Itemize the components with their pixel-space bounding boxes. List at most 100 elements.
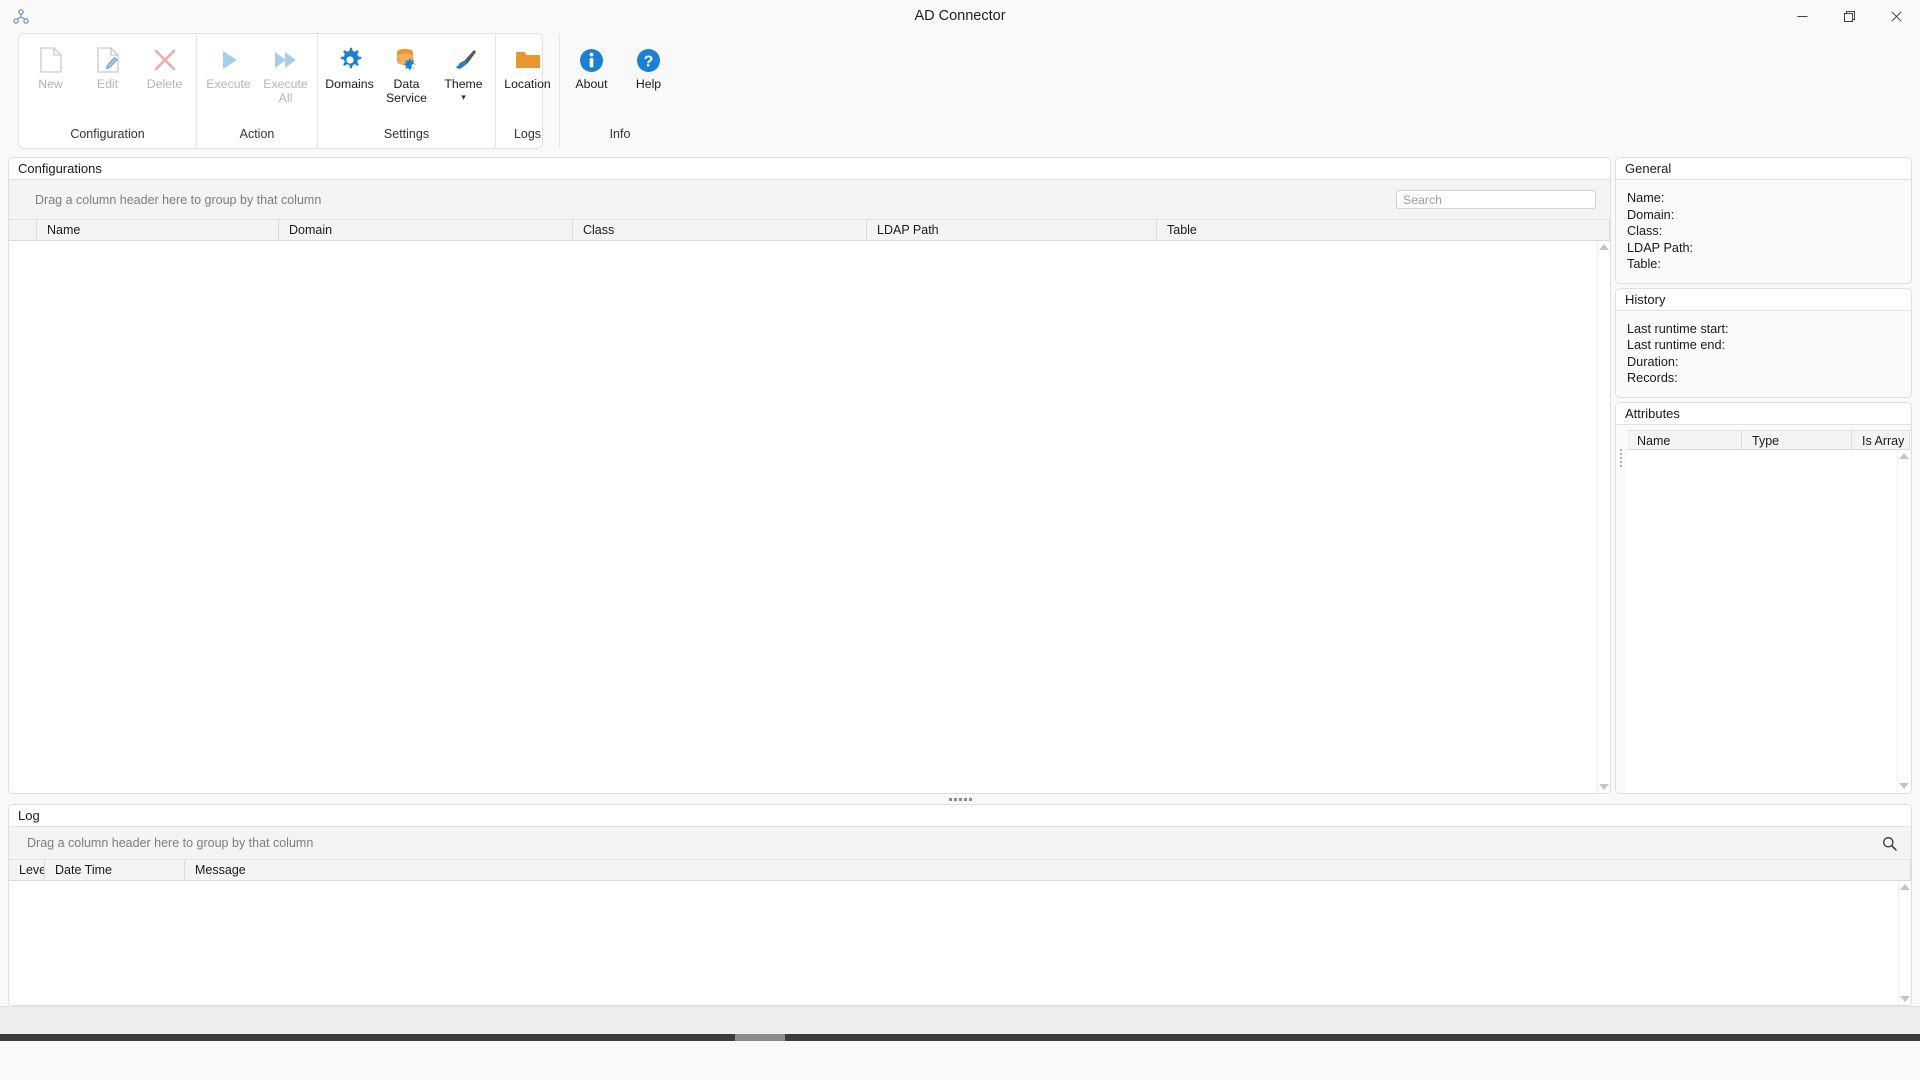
attributes-panel: Attributes Name Type Is Array [1615, 401, 1912, 794]
ribbon-group-label-action: Action [239, 127, 275, 141]
ribbon-group-label-settings: Settings [383, 127, 430, 141]
horizontal-splitter[interactable] [0, 794, 1920, 804]
log-column-header-date-time[interactable]: Date Time [45, 860, 185, 880]
taskbar-segment-right [785, 1034, 1920, 1041]
log-group-hint: Drag a column header here to group by th… [27, 836, 314, 850]
log-scroll-down-icon[interactable] [1900, 996, 1910, 1002]
history-field-records: Records: [1627, 371, 1678, 385]
about-button-label: About [575, 77, 608, 91]
row-indicator-column [9, 220, 37, 240]
window-bottom-strip [0, 1006, 1920, 1034]
ribbon-group-label-configuration: Configuration [70, 127, 145, 141]
general-fields: Name: Domain: Class: LDAP Path: Table: [1616, 180, 1911, 283]
delete-x-icon [154, 45, 176, 75]
main-area: Configurations Drag a column header here… [0, 149, 1920, 794]
configurations-grid-toolbar: Drag a column header here to group by th… [9, 180, 1610, 220]
configurations-rows [9, 241, 1597, 793]
window-controls [1779, 0, 1920, 33]
chevron-down-icon[interactable]: ▾ [461, 92, 466, 102]
attributes-vertical-scrollbar[interactable] [1897, 449, 1910, 792]
attributes-rows [1627, 450, 1897, 793]
restore-button[interactable] [1826, 0, 1873, 33]
attr-scroll-up-icon[interactable] [1899, 452, 1909, 459]
configurations-grid-body [9, 241, 1610, 793]
search-input[interactable] [1396, 190, 1596, 209]
about-button[interactable]: About [563, 41, 620, 92]
delete-button-label: Delete [146, 77, 183, 91]
configurations-grid-header: Name Domain Class LDAP Path Table [9, 220, 1610, 241]
column-header-ldap-path[interactable]: LDAP Path [867, 220, 1157, 240]
execute-button[interactable]: Execute [200, 41, 257, 92]
edit-button[interactable]: Edit [79, 41, 136, 92]
execute-all-button[interactable]: Execute All [257, 41, 314, 105]
general-field-table: Table: [1627, 257, 1661, 271]
attributes-grid-body [1627, 449, 1910, 793]
execute-all-button-label: Execute All [263, 77, 308, 105]
configurations-group-hint: Drag a column header here to group by th… [35, 192, 322, 207]
attributes-grid: Name Type Is Array [1626, 428, 1911, 793]
general-field-class: Class: [1627, 224, 1663, 238]
attr-column-header-name[interactable]: Name [1627, 430, 1742, 449]
attributes-grid-header: Name Type Is Array [1627, 429, 1910, 450]
ribbon-group-settings: Domains Data Service Theme ▾ Settings [318, 34, 496, 148]
history-title: History [1616, 288, 1911, 311]
general-field-domain: Domain: [1627, 207, 1675, 222]
folder-icon [515, 45, 541, 75]
general-field-ldap-path: LDAP Path: [1627, 240, 1694, 255]
attr-column-header-type[interactable]: Type [1742, 430, 1852, 449]
new-button[interactable]: New [22, 41, 79, 92]
log-scroll-up-icon[interactable] [1900, 884, 1910, 890]
data-service-button-label: Data Service [385, 77, 427, 105]
log-vertical-scrollbar[interactable] [1898, 881, 1911, 1005]
details-sidebar: General Name: Domain: Class: LDAP Path: … [1615, 157, 1912, 794]
minimize-button[interactable] [1779, 0, 1826, 33]
history-panel: History Last runtime start: Last runtime… [1615, 287, 1912, 398]
column-header-table[interactable]: Table [1157, 220, 1610, 240]
data-service-button[interactable]: Data Service [378, 41, 435, 105]
scroll-up-icon[interactable] [1599, 244, 1609, 250]
column-header-domain[interactable]: Domain [279, 220, 573, 240]
column-header-class[interactable]: Class [573, 220, 867, 240]
paintbrush-icon [451, 45, 477, 75]
history-field-last-runtime-start: Last runtime start: [1627, 321, 1729, 336]
theme-button[interactable]: Theme ▾ [435, 41, 492, 102]
help-button[interactable]: ? Help [620, 41, 677, 92]
ribbon-group-label-info: Info [609, 127, 631, 141]
play-icon [217, 45, 241, 75]
taskbar [0, 1034, 1920, 1041]
play-all-icon [273, 45, 299, 75]
configurations-vertical-scrollbar[interactable] [1597, 241, 1610, 793]
svg-text:?: ? [644, 53, 654, 70]
configurations-panel: Configurations Drag a column header here… [8, 157, 1611, 794]
scroll-down-icon[interactable] [1599, 784, 1609, 790]
ribbon-group-configuration: New Edit Delete Configuration [19, 34, 197, 148]
attr-scroll-down-icon[interactable] [1899, 783, 1909, 789]
history-fields: Last runtime start: Last runtime end: Du… [1616, 310, 1911, 397]
delete-button[interactable]: Delete [136, 41, 193, 92]
attr-column-header-is-array[interactable]: Is Array [1852, 430, 1910, 449]
window-title: AD Connector [914, 8, 1006, 24]
location-button-label: Location [504, 77, 551, 91]
column-header-name[interactable]: Name [37, 220, 279, 240]
taskbar-segment-left [0, 1034, 735, 1041]
attributes-drag-handle[interactable] [1616, 424, 1626, 793]
ribbon-group-label-logs: Logs [513, 127, 542, 141]
close-button[interactable] [1873, 0, 1920, 33]
log-panel: Log Drag a column header here to group b… [8, 804, 1912, 1006]
log-grid-body [9, 881, 1911, 1005]
log-column-header-message[interactable]: Message [185, 860, 1911, 880]
general-title: General [1616, 158, 1911, 180]
domains-button[interactable]: Domains [321, 41, 378, 92]
ribbon-group-action: Execute Execute All Action [197, 34, 318, 148]
log-area: Log Drag a column header here to group b… [0, 804, 1920, 1006]
new-document-icon [39, 45, 62, 75]
log-title: Log [9, 805, 1911, 827]
title-bar: AD Connector [0, 0, 1920, 33]
log-column-header-level[interactable]: Level [9, 860, 45, 880]
domains-button-label: Domains [325, 77, 374, 91]
search-icon[interactable] [1882, 836, 1897, 851]
help-button-label: Help [635, 77, 662, 91]
general-field-name: Name: [1627, 191, 1665, 205]
location-button[interactable]: Location [499, 41, 556, 92]
ribbon-bar: New Edit Delete Configuration Execute Ex… [0, 33, 1920, 149]
